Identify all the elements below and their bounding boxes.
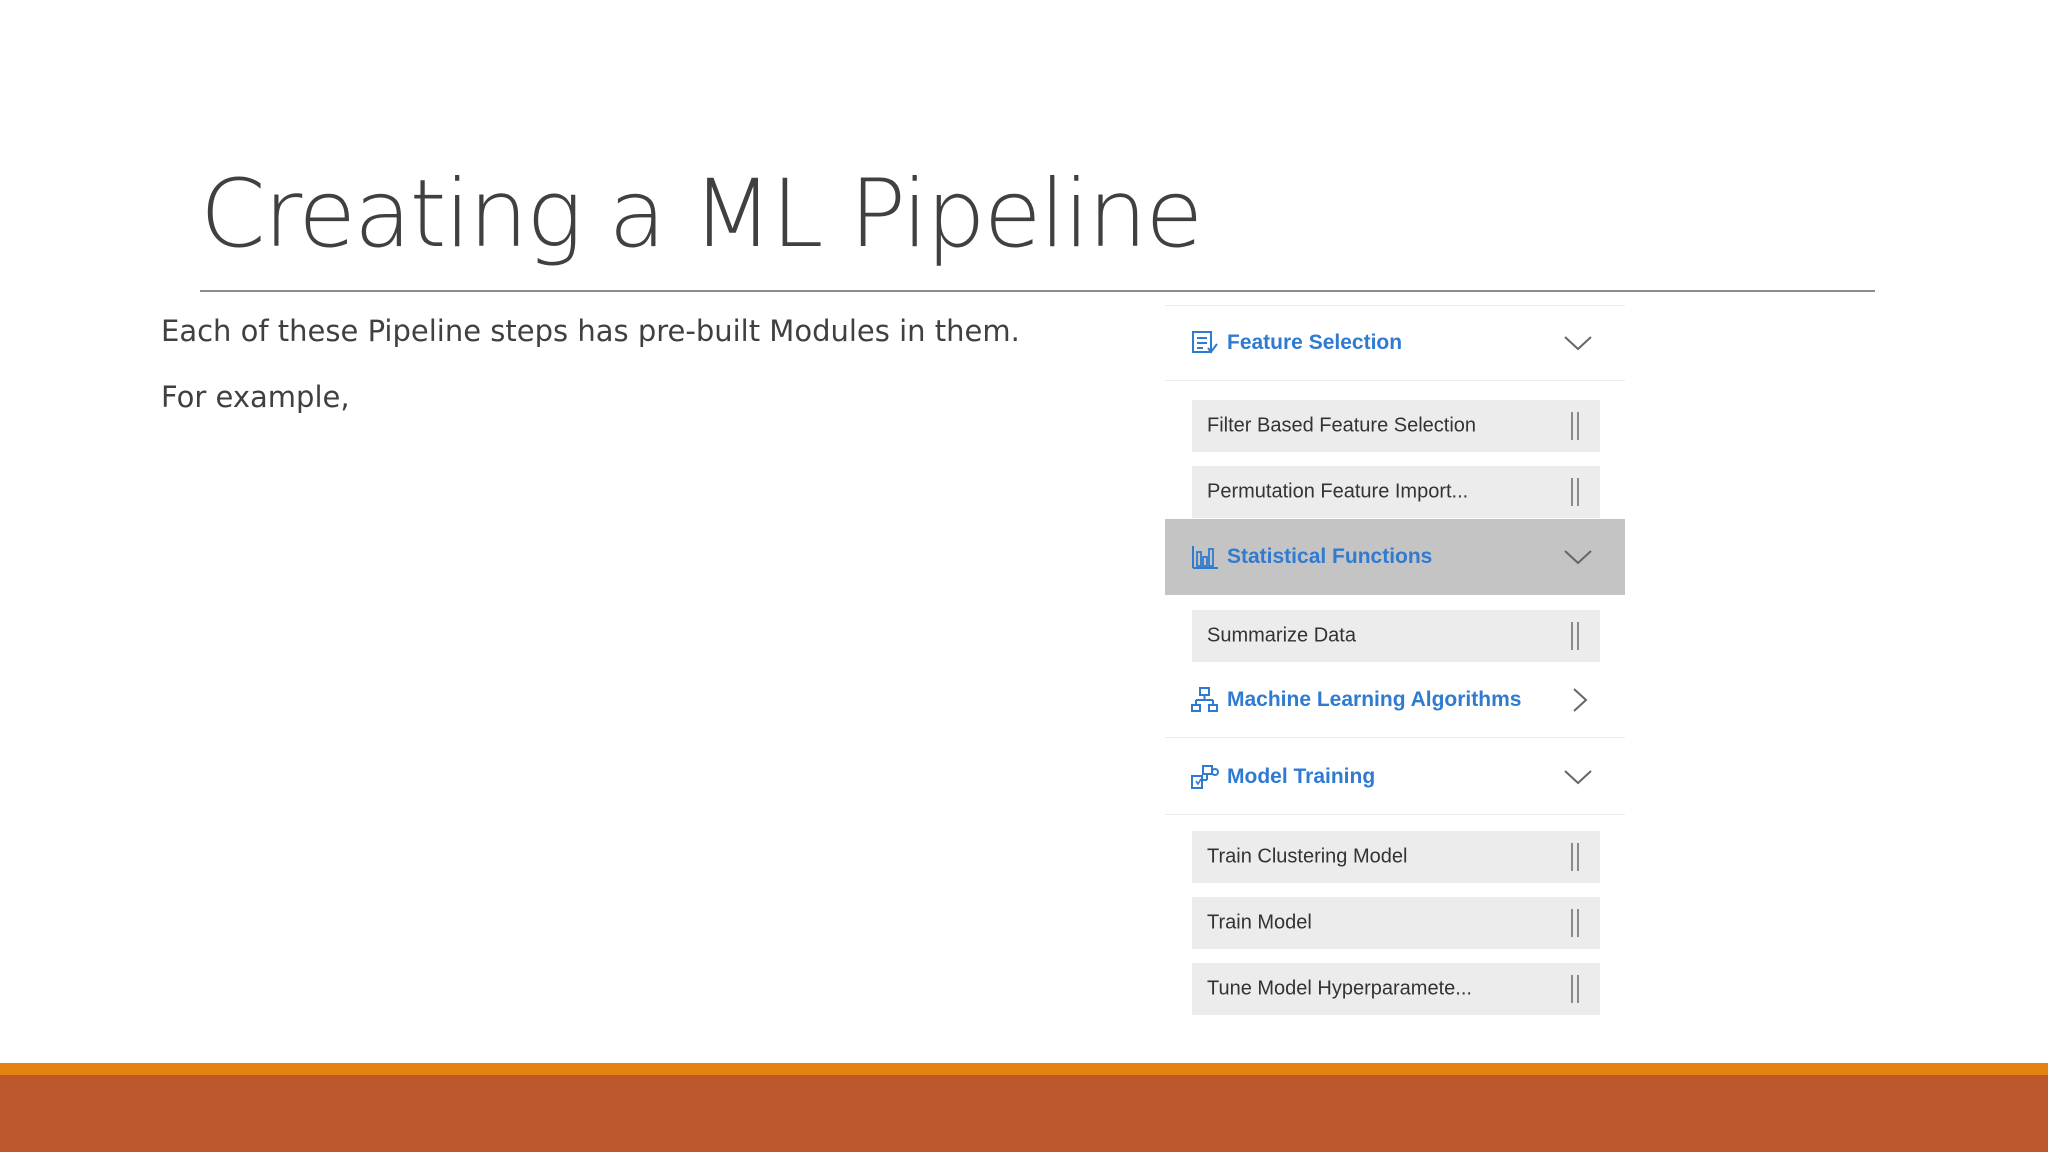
chevron-down-icon[interactable] (1563, 333, 1593, 353)
drag-handle-icon[interactable] (1570, 622, 1580, 650)
module-label: Tune Model Hyperparamete... (1207, 977, 1472, 1000)
chevron-down-icon[interactable] (1563, 767, 1593, 787)
category-model-training[interactable]: Model Training (1165, 739, 1625, 815)
module-item-filter-based-feature-selection[interactable]: Filter Based Feature Selection (1192, 400, 1600, 452)
drag-handle-icon[interactable] (1570, 975, 1580, 1003)
title-divider (200, 290, 1875, 292)
module-label: Summarize Data (1207, 624, 1356, 647)
slide-title: Creating a ML Pipeline (200, 160, 1203, 269)
feature-selection-icon (1192, 331, 1218, 354)
category-label-model-training: Model Training (1227, 764, 1376, 788)
category-label-statistical-functions: Statistical Functions (1227, 545, 1433, 568)
chevron-right-icon[interactable] (1571, 687, 1589, 713)
module-item-permutation-feature-importance[interactable]: Permutation Feature Import... (1192, 466, 1600, 518)
chevron-down-icon[interactable] (1563, 547, 1593, 567)
body-text-line-2: For example, (161, 380, 350, 414)
module-label: Permutation Feature Import... (1207, 480, 1469, 503)
drag-handle-icon[interactable] (1570, 843, 1580, 871)
body-text-line-1: Each of these Pipeline steps has pre-bui… (161, 314, 1020, 348)
footer-bar-rust (0, 1075, 2048, 1152)
category-machine-learning-algorithms[interactable]: Machine Learning Algorithms (1165, 662, 1625, 738)
drag-handle-icon[interactable] (1570, 909, 1580, 937)
drag-handle-icon[interactable] (1570, 478, 1580, 506)
category-statistical-functions[interactable]: Statistical Functions (1165, 519, 1625, 595)
category-label-machine-learning-algorithms: Machine Learning Algorithms (1227, 687, 1522, 711)
footer-bar-orange (0, 1063, 2048, 1075)
module-item-train-model[interactable]: Train Model (1192, 897, 1600, 949)
module-item-summarize-data[interactable]: Summarize Data (1192, 610, 1600, 662)
model-training-icon (1191, 764, 1219, 789)
module-item-train-clustering-model[interactable]: Train Clustering Model (1192, 831, 1600, 883)
module-item-tune-model-hyperparameters[interactable]: Tune Model Hyperparamete... (1192, 963, 1600, 1015)
module-panel: Feature Selection Filter Based Feature S… (1165, 305, 1625, 1025)
module-label: Train Model (1207, 911, 1312, 934)
module-label: Train Clustering Model (1207, 845, 1408, 868)
category-label-feature-selection: Feature Selection (1227, 331, 1403, 354)
drag-handle-icon[interactable] (1570, 412, 1580, 440)
bar-chart-icon (1192, 546, 1218, 569)
module-label: Filter Based Feature Selection (1207, 414, 1477, 437)
category-feature-selection[interactable]: Feature Selection (1165, 305, 1625, 381)
hierarchy-icon (1191, 686, 1218, 712)
